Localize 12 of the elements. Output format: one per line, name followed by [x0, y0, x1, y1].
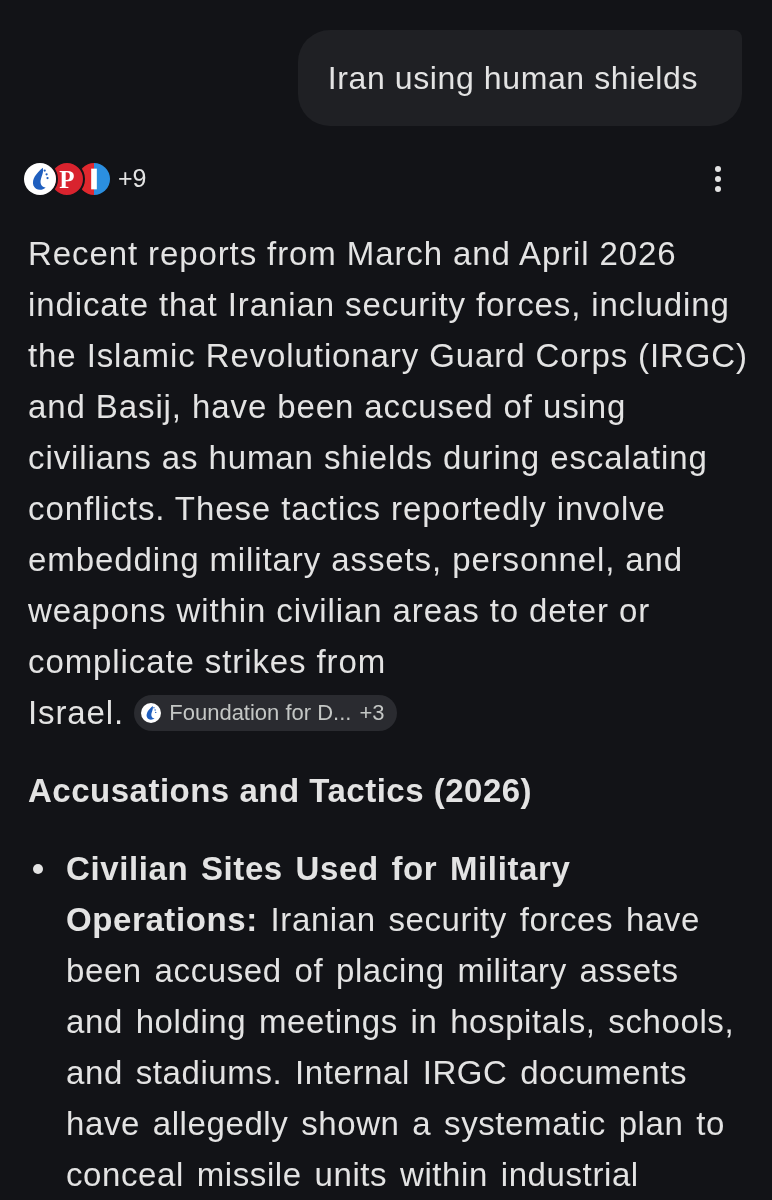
- more-options-icon: [715, 166, 721, 192]
- citation-source: Foundation for D...: [169, 702, 352, 725]
- bullet-text: Civilian Sites Used for Military Operations: Iranian security forces have been accused of placing military assets and holding meetings in hospitals, schools, and stadiums. Internal IRGC documents have allegedly shown a systematic plan to conceal missile units within industrial: [66, 849, 736, 1195]
- source-count[interactable]: +9: [118, 160, 147, 198]
- answer-paragraph: Recent reports from March and April 2026 indicate that Iranian security forces, including the Islamic Revolutionary Guard Corps (IRGC) and Basij, have been accused of using civilians as human shields during escalating conflicts. These tactics reportedly involve embedding military assets, personnel, and weapons within civilian areas to deter or complicate strikes from Israel. Foundation for D... +3: [28, 234, 749, 734]
- flame-logo-icon: [141, 703, 162, 724]
- citation-chip[interactable]: Foundation for D... +3: [134, 695, 397, 732]
- flame-logo-icon: [24, 163, 56, 195]
- section-heading: Accusations and Tactics (2026): [28, 771, 534, 811]
- user-query-bubble: Iran using human shields: [297, 30, 742, 126]
- bullet-icon: [33, 863, 43, 874]
- citation-count: +3: [359, 702, 385, 725]
